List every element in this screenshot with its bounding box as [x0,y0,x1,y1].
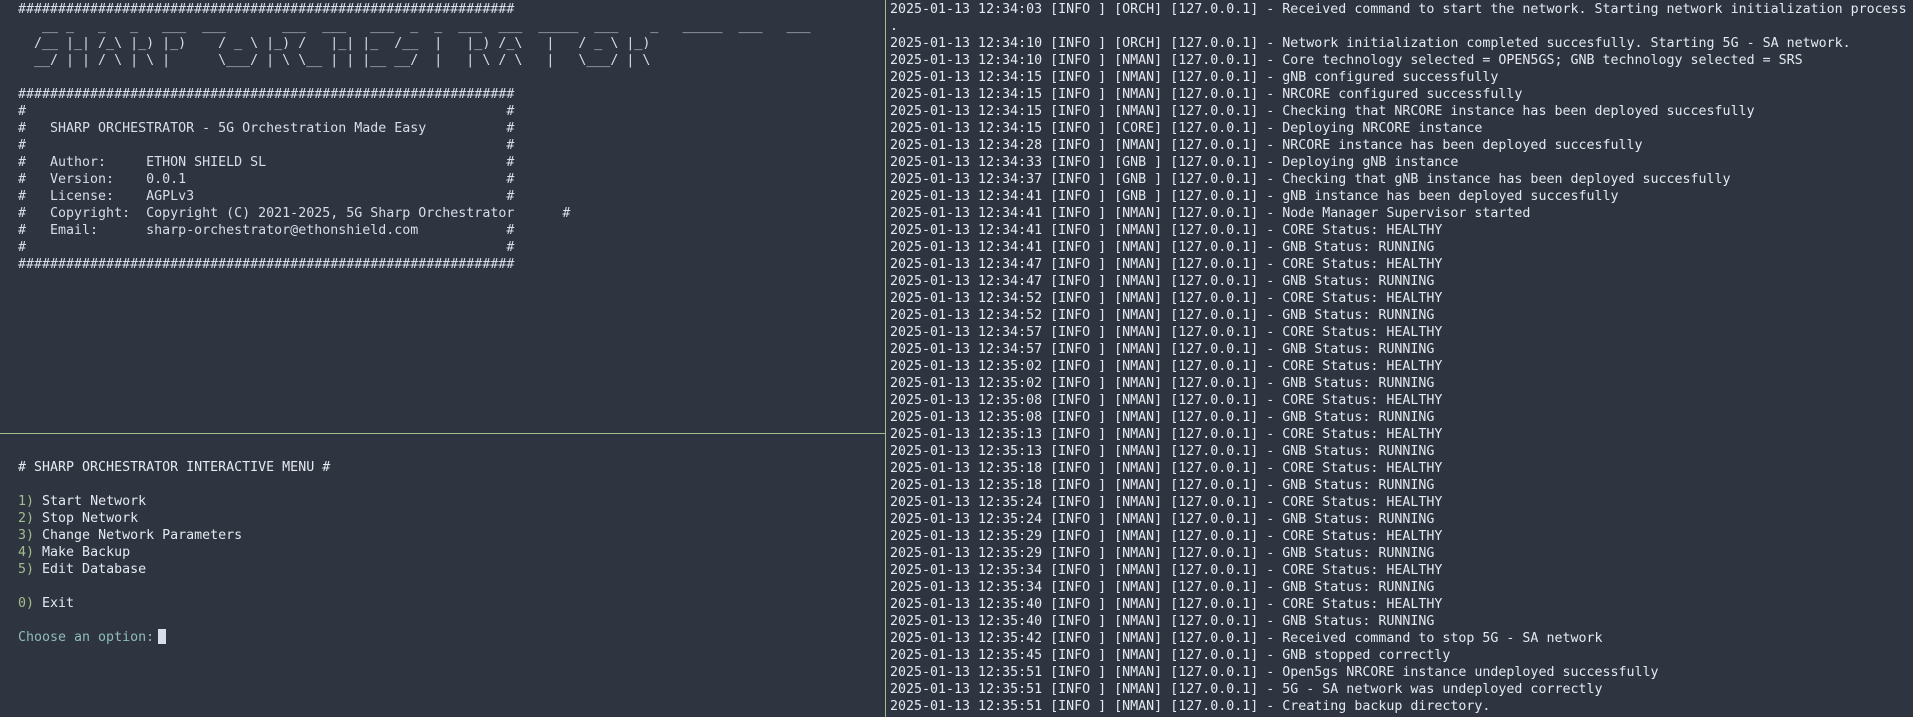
terminal-window: ########################################… [0,0,1913,717]
log-line: 2025-01-13 12:34:28 [INFO ] [NMAN] [127.… [890,138,1643,153]
menu-title: # SHARP ORCHESTRATOR INTERACTIVE MENU # [18,460,331,475]
menu-option-number: 2) [18,511,35,526]
banner-line: # Author: ETHON SHIELD SL # [18,155,515,170]
log-line: 2025-01-13 12:35:40 [INFO ] [NMAN] [127.… [890,614,1435,629]
log-line: 2025-01-13 12:34:57 [INFO ] [NMAN] [127.… [890,342,1435,357]
log-line: 2025-01-13 12:35:18 [INFO ] [NMAN] [127.… [890,478,1435,493]
banner-line: # # [18,138,515,153]
banner-line: __ _ _ _ ___ ___ ___ ___ ___ _ _ ___ ___… [18,19,811,34]
banner-line: # SHARP ORCHESTRATOR - 5G Orchestration … [18,121,515,136]
log-line: . [890,19,899,34]
banner-line: ########################################… [18,87,515,102]
log-line: 2025-01-13 12:35:51 [INFO ] [NMAN] [127.… [890,665,1659,680]
log-line: 2025-01-13 12:35:29 [INFO ] [NMAN] [127.… [890,529,1443,544]
log-line: 2025-01-13 12:35:45 [INFO ] [NMAN] [127.… [890,648,1451,663]
log-line: 2025-01-13 12:35:34 [INFO ] [NMAN] [127.… [890,563,1443,578]
menu-pane: # SHARP ORCHESTRATOR INTERACTIVE MENU # … [0,435,885,717]
log-line: 2025-01-13 12:35:24 [INFO ] [NMAN] [127.… [890,512,1435,527]
log-line: 2025-01-13 12:34:10 [INFO ] [NMAN] [127.… [890,53,1803,68]
banner-pane: ########################################… [0,0,885,433]
log-line: 2025-01-13 12:34:47 [INFO ] [NMAN] [127.… [890,274,1435,289]
log-line: 2025-01-13 12:34:41 [INFO ] [NMAN] [127.… [890,223,1443,238]
banner-line: # # [18,104,515,119]
menu-option-start-network[interactable]: 1) Start Network [18,493,330,510]
text-cursor[interactable] [158,629,167,644]
log-line: 2025-01-13 12:34:47 [INFO ] [NMAN] [127.… [890,257,1443,272]
log-line: 2025-01-13 12:34:10 [INFO ] [ORCH] [127.… [890,36,1851,51]
log-line: 2025-01-13 12:34:57 [INFO ] [NMAN] [127.… [890,325,1443,340]
log-line: 2025-01-13 12:35:51 [INFO ] [NMAN] [127.… [890,682,1603,697]
banner-line: ########################################… [18,257,515,272]
menu-option-label: Start Network [42,494,147,509]
menu-option-label: Edit Database [42,562,147,577]
log-line: 2025-01-13 12:34:33 [INFO ] [GNB ] [127.… [890,155,1459,170]
log-line: 2025-01-13 12:35:29 [INFO ] [NMAN] [127.… [890,546,1435,561]
log-line: 2025-01-13 12:34:15 [INFO ] [NMAN] [127.… [890,104,1755,119]
log-line: 2025-01-13 12:34:41 [INFO ] [NMAN] [127.… [890,206,1531,221]
banner-text: ########################################… [18,1,811,273]
log-line: 2025-01-13 12:35:02 [INFO ] [NMAN] [127.… [890,359,1443,374]
menu-option-edit-database[interactable]: 5) Edit Database [18,561,330,578]
log-line: 2025-01-13 12:34:15 [INFO ] [NMAN] [127.… [890,87,1523,102]
banner-line: __/ | | / \ | \ | \___/ | \ \__ | | |__ … [18,53,651,68]
option-prompt[interactable]: Choose an option: [18,629,330,646]
log-line: 2025-01-13 12:35:40 [INFO ] [NMAN] [127.… [890,597,1443,612]
log-line: 2025-01-13 12:34:37 [INFO ] [GNB ] [127.… [890,172,1731,187]
banner-line: /__ |_| /_\ |_) |_) / _ \ |_) / |_| |_ /… [18,36,651,51]
banner-line [18,69,811,86]
log-line: 2025-01-13 12:35:08 [INFO ] [NMAN] [127.… [890,393,1443,408]
menu-option-number: 0) [18,596,35,611]
log-line: 2025-01-13 12:34:41 [INFO ] [NMAN] [127.… [890,240,1435,255]
log-line: 2025-01-13 12:34:52 [INFO ] [NMAN] [127.… [890,308,1435,323]
menu-option-number: 1) [18,494,35,509]
banner-line: # Version: 0.0.1 # [18,172,515,187]
banner-line: # Copyright: Copyright (C) 2021-2025, 5G… [18,206,571,221]
log-line: 2025-01-13 12:34:15 [INFO ] [CORE] [127.… [890,121,1483,136]
log-line: 2025-01-13 12:35:08 [INFO ] [NMAN] [127.… [890,410,1435,425]
log-line: 2025-01-13 12:35:42 [INFO ] [NMAN] [127.… [890,631,1603,646]
menu-option-change-network-parameters[interactable]: 3) Change Network Parameters [18,527,330,544]
log-line: 2025-01-13 12:34:03 [INFO ] [ORCH] [127.… [890,2,1907,17]
menu-option-stop-network[interactable]: 2) Stop Network [18,510,330,527]
menu-option-number: 4) [18,545,35,560]
menu-option-make-backup[interactable]: 4) Make Backup [18,544,330,561]
menu-option-label: Stop Network [42,511,139,526]
log-line: 2025-01-13 12:34:15 [INFO ] [NMAN] [127.… [890,70,1499,85]
prompt-label: Choose an option: [18,630,155,645]
banner-line: # Email: sharp-orchestrator@ethonshield.… [18,223,515,238]
horizontal-pane-divider[interactable] [0,433,885,434]
log-line: 2025-01-13 12:35:13 [INFO ] [NMAN] [127.… [890,444,1435,459]
log-line: 2025-01-13 12:35:24 [INFO ] [NMAN] [127.… [890,495,1443,510]
vertical-pane-divider[interactable] [885,0,886,717]
menu-option-number: 3) [18,528,35,543]
banner-line: # License: AGPLv3 # [18,189,515,204]
log-line: 2025-01-13 12:35:18 [INFO ] [NMAN] [127.… [890,461,1443,476]
banner-line: ########################################… [18,2,515,17]
log-line: 2025-01-13 12:35:34 [INFO ] [NMAN] [127.… [890,580,1435,595]
menu-option-exit[interactable]: 0) Exit [18,595,330,612]
log-line: 2025-01-13 12:35:51 [INFO ] [NMAN] [127.… [890,699,1491,714]
menu-option-label: Make Backup [42,545,131,560]
menu-option-label: Change Network Parameters [42,528,243,543]
log-line: 2025-01-13 12:35:02 [INFO ] [NMAN] [127.… [890,376,1435,391]
log-pane[interactable]: 2025-01-13 12:34:03 [INFO ] [ORCH] [127.… [887,0,1913,717]
log-line: 2025-01-13 12:35:13 [INFO ] [NMAN] [127.… [890,427,1443,442]
banner-line: # # [18,240,515,255]
menu-option-number: 5) [18,562,35,577]
menu-option-label: Exit [42,596,75,611]
log-output: 2025-01-13 12:34:03 [INFO ] [ORCH] [127.… [890,1,1907,715]
log-line: 2025-01-13 12:34:41 [INFO ] [GNB ] [127.… [890,189,1619,204]
log-line: 2025-01-13 12:34:52 [INFO ] [NMAN] [127.… [890,291,1443,306]
